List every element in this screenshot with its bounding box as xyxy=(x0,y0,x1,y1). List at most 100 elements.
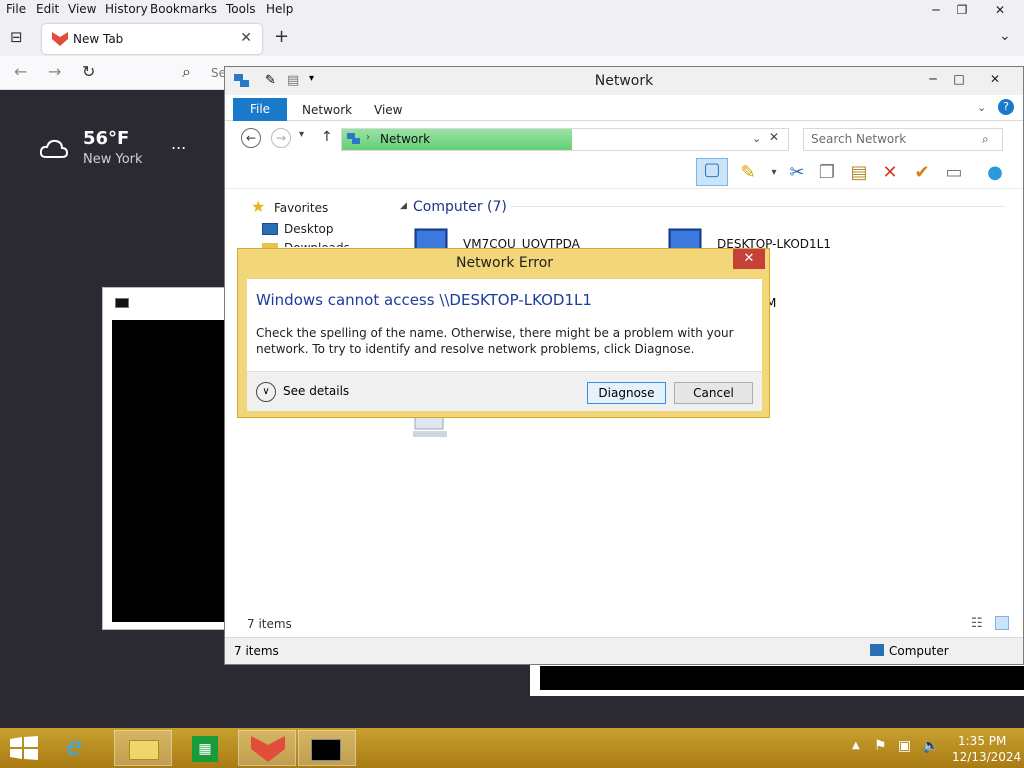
store-icon: ▦ xyxy=(192,736,218,762)
cloud-icon xyxy=(40,139,68,158)
search-icon: ⌕ xyxy=(182,62,191,81)
address-stop-icon[interactable]: ✕ xyxy=(769,130,779,144)
taskbar: e ▦ ▲ ⚑ ▣ 🔈 xyxy=(0,728,1024,768)
back-icon[interactable]: ← xyxy=(241,128,261,148)
copy-icon[interactable]: ❐ xyxy=(816,162,838,184)
explorer-close-icon[interactable]: ✕ xyxy=(973,69,1017,89)
delete-icon[interactable]: ✕ xyxy=(879,162,901,184)
console-window[interactable] xyxy=(102,287,233,630)
start-windows-icon[interactable] xyxy=(10,736,38,760)
cut-icon[interactable]: ✂ xyxy=(786,162,808,184)
status-zone: Computer xyxy=(889,644,949,658)
back-icon[interactable]: ← xyxy=(14,62,27,81)
details-view-icon[interactable]: ☷ xyxy=(971,616,983,631)
dialog-heading: Windows cannot access \\DESKTOP-LKOD1L1 xyxy=(256,291,592,309)
network-icon xyxy=(347,133,360,144)
address-bar[interactable]: › Network ⌄ xyxy=(341,128,789,151)
group-divider xyxy=(510,206,1005,207)
restore-icon[interactable]: ❐ xyxy=(942,0,982,20)
nav-item-favorites[interactable]: Favorites xyxy=(274,201,328,215)
group-header-computer[interactable]: Computer (7) xyxy=(413,199,507,215)
menu-help[interactable]: Help xyxy=(266,2,293,16)
tab-new-tab[interactable]: New Tab ✕ xyxy=(42,24,262,54)
tab-list-icon[interactable]: ⊟ xyxy=(10,28,23,46)
computer-icon xyxy=(413,417,447,437)
group-collapse-icon[interactable]: ◢ xyxy=(400,201,407,211)
up-icon[interactable]: ↑ xyxy=(321,129,333,145)
browser-menubar: File Edit View History Bookmarks Tools H… xyxy=(0,0,1024,20)
address-row: ← → ▾ ↑ › Network ⌄ ✕ Search Network ⌕ xyxy=(225,123,1023,155)
address-path: Network xyxy=(380,132,431,146)
network-tray-icon[interactable]: ▣ xyxy=(898,738,911,754)
organize-icon[interactable]: ✎ xyxy=(737,162,759,184)
computer-zone-icon xyxy=(870,644,884,656)
tab-title: New Tab xyxy=(73,32,124,46)
internet-explorer-icon: e xyxy=(66,732,82,762)
taskbar-store[interactable]: ▦ xyxy=(176,730,234,766)
ribbon-tab-view[interactable]: View xyxy=(374,103,402,117)
desktop-icon xyxy=(262,223,278,235)
clock-time[interactable]: 1:35 PM xyxy=(958,734,1006,748)
tab-close-icon[interactable]: ✕ xyxy=(240,30,252,46)
menu-history[interactable]: History xyxy=(105,2,148,16)
rename-icon[interactable]: ▭ xyxy=(943,162,965,184)
nav-item-desktop[interactable]: Desktop xyxy=(284,222,334,236)
network-globe-icon[interactable]: ● xyxy=(984,162,1006,184)
console-output-2 xyxy=(540,666,1024,690)
breadcrumb-chevron-icon[interactable]: › xyxy=(366,132,370,143)
volume-muted-icon[interactable]: 🔈 xyxy=(922,738,939,754)
dialog-footer: ∨ See details Diagnose Cancel xyxy=(247,371,762,411)
command-prompt-icon xyxy=(311,739,341,761)
browser-close-icon[interactable]: ✕ xyxy=(980,0,1020,20)
large-icons-view-icon[interactable] xyxy=(995,616,1009,630)
taskbar-firefox[interactable] xyxy=(238,730,296,766)
search-placeholder: Search Network xyxy=(811,132,907,146)
see-details-toggle[interactable]: See details xyxy=(283,384,349,398)
explorer-titlebar: ✎ ▤ ▾ Network ─ □ ✕ xyxy=(225,67,1023,95)
nav-item-downloads[interactable]: Downloads xyxy=(284,241,350,247)
ribbon-tab-network[interactable]: Network xyxy=(302,103,352,117)
clock-date[interactable]: 12/13/2024 xyxy=(952,750,1021,764)
search-icon: ⌕ xyxy=(982,132,989,146)
console-output xyxy=(112,320,233,622)
address-progress xyxy=(342,129,572,150)
menu-view[interactable]: View xyxy=(68,2,96,16)
reload-icon[interactable]: ↻ xyxy=(82,62,95,81)
dialog-body: Windows cannot access \\DESKTOP-LKOD1L1 … xyxy=(247,279,762,411)
forward-icon[interactable]: → xyxy=(48,62,61,81)
status-item-count: 7 items xyxy=(234,644,279,658)
diagnose-button[interactable]: Diagnose xyxy=(587,382,666,404)
menu-bookmarks[interactable]: Bookmarks xyxy=(150,2,217,16)
menu-tools[interactable]: Tools xyxy=(226,2,256,16)
status-bar: 7 items Computer xyxy=(225,637,1023,664)
console-window-2[interactable] xyxy=(530,662,1024,696)
toolbar: ▢ ✎ ▾ ✂ ❐ ▤ ✕ ✔ ▭ ● xyxy=(225,155,1023,189)
chevron-down-icon[interactable]: ⌄ xyxy=(999,28,1011,44)
forward-icon[interactable]: → xyxy=(271,128,291,148)
paste-icon[interactable]: ▤ xyxy=(848,162,870,184)
search-input[interactable]: Search Network ⌕ xyxy=(803,128,1003,151)
preview-pane-icon[interactable]: ▢ xyxy=(696,158,728,186)
chevron-down-icon[interactable]: ∨ xyxy=(256,382,276,402)
show-hidden-icons-icon[interactable]: ▲ xyxy=(852,740,860,751)
recent-locations-icon[interactable]: ▾ xyxy=(299,129,304,140)
new-tab-icon[interactable]: + xyxy=(274,26,289,47)
ribbon-expand-icon[interactable]: ⌄ xyxy=(977,101,986,114)
ribbon-tab-file[interactable]: File xyxy=(233,98,287,121)
weather-city: New York xyxy=(83,152,143,167)
cancel-button[interactable]: Cancel xyxy=(674,382,753,404)
dialog-close-icon[interactable]: ✕ xyxy=(733,249,765,269)
taskbar-command-prompt[interactable] xyxy=(298,730,356,766)
action-center-flag-icon[interactable]: ⚑ xyxy=(874,738,887,754)
taskbar-file-explorer[interactable] xyxy=(114,730,172,766)
taskbar-internet-explorer[interactable]: e xyxy=(54,730,112,766)
organize-dropdown-icon[interactable]: ▾ xyxy=(763,162,785,184)
browser-tabbar: ⊟ New Tab ✕ + ⌄ xyxy=(0,20,1024,56)
weather-more-icon[interactable]: ... xyxy=(171,134,186,153)
content-item-count: 7 items xyxy=(247,617,292,631)
help-icon[interactable]: ? xyxy=(998,99,1014,115)
checkmark-icon[interactable]: ✔ xyxy=(911,162,933,184)
address-dropdown-icon[interactable]: ⌄ xyxy=(752,132,761,145)
menu-edit[interactable]: Edit xyxy=(36,2,59,16)
menu-file[interactable]: File xyxy=(6,2,26,16)
